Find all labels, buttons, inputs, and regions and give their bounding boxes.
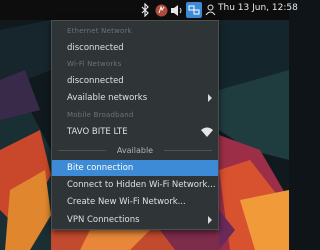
clock[interactable]: Thu 13 Jun, 12:58	[218, 3, 298, 13]
vpn-connections-item[interactable]: VPN Connections	[52, 212, 218, 228]
available-networks-item[interactable]: Available networks	[52, 90, 218, 106]
bite-connection-item[interactable]: Bite connection	[52, 160, 218, 176]
connect-hidden-wifi-item[interactable]: Connect to Hidden Wi-Fi Network...	[52, 177, 218, 193]
divider-line-right	[164, 150, 212, 151]
available-divider: Available	[52, 143, 218, 157]
top-panel: Thu 13 Jun, 12:58	[0, 0, 298, 20]
section-wifi: Wi-Fi Networks	[67, 60, 122, 68]
vpn-connections-label: VPN Connections	[67, 215, 140, 225]
divider-line-left	[58, 150, 106, 151]
submenu-arrow-icon	[208, 94, 212, 102]
network-icon[interactable]	[186, 2, 202, 18]
mobile-network-item[interactable]: TAVO BITE LTE	[52, 124, 218, 140]
mobile-network-name: TAVO BITE LTE	[67, 127, 128, 137]
volume-icon[interactable]	[170, 2, 184, 18]
submenu-arrow-icon	[208, 216, 212, 224]
section-ethernet: Ethernet Network	[67, 27, 132, 35]
signal-icon	[201, 127, 213, 137]
available-networks-label: Available networks	[67, 93, 148, 103]
section-mobile: Mobile Broadband	[67, 111, 134, 119]
wifi-status: disconnected	[67, 76, 124, 86]
create-new-wifi-item[interactable]: Create New Wi-Fi Network...	[52, 194, 218, 210]
bluetooth-icon[interactable]	[140, 2, 150, 18]
user-icon[interactable]	[204, 2, 216, 18]
available-label: Available	[116, 145, 154, 155]
ethernet-status: disconnected	[67, 43, 124, 53]
app-indicator-icon[interactable]	[154, 2, 168, 18]
network-menu: Ethernet Network disconnected Wi-Fi Netw…	[51, 20, 219, 230]
